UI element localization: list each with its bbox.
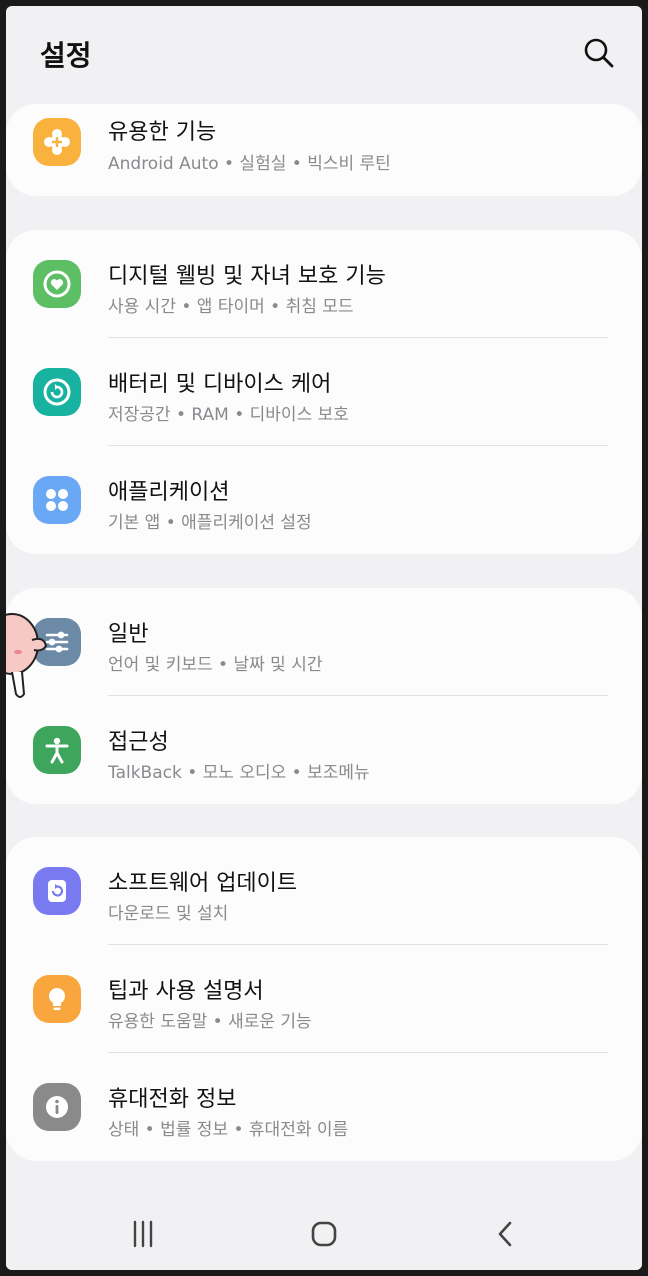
settings-item-battery-device-care[interactable]: 배터리 및 디바이스 케어 저장공간 • RAM • 디바이스 보호 bbox=[6, 338, 642, 446]
settings-item-accessibility[interactable]: 접근성 TalkBack • 모노 오디오 • 보조메뉴 bbox=[6, 696, 642, 804]
plus-gear-icon bbox=[33, 118, 81, 166]
settings-item-software-update[interactable]: 소프트웨어 업데이트 다운로드 및 설치 bbox=[6, 837, 642, 945]
item-title: 배터리 및 디바이스 케어 bbox=[108, 372, 332, 397]
recents-button[interactable] bbox=[123, 1214, 163, 1254]
home-icon bbox=[311, 1221, 337, 1247]
wellbeing-heart-icon bbox=[33, 260, 81, 308]
back-button[interactable] bbox=[486, 1214, 526, 1254]
item-title: 소프트웨어 업데이트 bbox=[108, 871, 298, 896]
item-title: 일반 bbox=[108, 622, 149, 647]
lightbulb-icon bbox=[33, 975, 81, 1023]
item-title: 유용한 기능 bbox=[108, 120, 217, 145]
item-subtitle: 언어 및 키보드 • 날짜 및 시간 bbox=[108, 655, 323, 675]
settings-item-about-phone[interactable]: 휴대전화 정보 상태 • 법률 정보 • 휴대전화 이름 bbox=[6, 1053, 642, 1161]
header: 설정 bbox=[6, 6, 642, 106]
settings-card-general: 일반 언어 및 키보드 • 날짜 및 시간 접근성 TalkBack • 모노 … bbox=[6, 588, 642, 804]
search-icon bbox=[584, 38, 614, 68]
item-title: 접근성 bbox=[108, 730, 169, 755]
item-title: 애플리케이션 bbox=[108, 480, 230, 505]
device-care-icon bbox=[33, 368, 81, 416]
item-title: 팁과 사용 설명서 bbox=[108, 979, 264, 1004]
item-subtitle: 사용 시간 • 앱 타이머 • 취침 모드 bbox=[108, 297, 354, 317]
item-subtitle: 다운로드 및 설치 bbox=[108, 904, 229, 924]
settings-item-general[interactable]: 일반 언어 및 키보드 • 날짜 및 시간 bbox=[6, 588, 642, 696]
settings-card-advanced: 유용한 기능 Android Auto • 실험실 • 빅스비 루틴 bbox=[6, 104, 642, 196]
item-subtitle: 유용한 도움말 • 새로운 기능 bbox=[108, 1012, 312, 1032]
navigation-bar bbox=[6, 1198, 642, 1270]
info-icon bbox=[33, 1083, 81, 1131]
software-update-icon bbox=[33, 867, 81, 915]
home-button[interactable] bbox=[304, 1214, 344, 1254]
accessibility-person-icon bbox=[33, 726, 81, 774]
settings-card-device: 디지털 웰빙 및 자녀 보호 기능 사용 시간 • 앱 타이머 • 취침 모드 … bbox=[6, 230, 642, 554]
settings-item-applications[interactable]: 애플리케이션 기본 앱 • 애플리케이션 설정 bbox=[6, 446, 642, 554]
search-button[interactable] bbox=[582, 36, 616, 70]
item-title: 휴대전화 정보 bbox=[108, 1087, 237, 1112]
recents-icon bbox=[133, 1220, 153, 1248]
item-subtitle: Android Auto • 실험실 • 빅스비 루틴 bbox=[108, 154, 391, 174]
item-subtitle: TalkBack • 모노 오디오 • 보조메뉴 bbox=[108, 763, 370, 783]
apps-grid-icon bbox=[33, 476, 81, 524]
item-subtitle: 저장공간 • RAM • 디바이스 보호 bbox=[108, 405, 349, 425]
item-subtitle: 상태 • 법률 정보 • 휴대전화 이름 bbox=[108, 1120, 349, 1140]
page-title: 설정 bbox=[40, 39, 92, 72]
settings-item-digital-wellbeing[interactable]: 디지털 웰빙 및 자녀 보호 기능 사용 시간 • 앱 타이머 • 취침 모드 bbox=[6, 230, 642, 338]
item-title: 디지털 웰빙 및 자녀 보호 기능 bbox=[108, 264, 386, 289]
back-icon bbox=[498, 1221, 512, 1247]
item-subtitle: 기본 앱 • 애플리케이션 설정 bbox=[108, 513, 312, 533]
settings-item-advanced-features[interactable]: 유용한 기능 Android Auto • 실험실 • 빅스비 루틴 bbox=[6, 104, 642, 196]
character-sticker-icon bbox=[6, 613, 48, 698]
settings-screen: 설정 유용한 기능 Android Auto • 실험실 • 빅스비 루틴 디지… bbox=[6, 6, 642, 1270]
settings-card-support: 소프트웨어 업데이트 다운로드 및 설치 팁과 사용 설명서 유용한 도움말 •… bbox=[6, 837, 642, 1161]
settings-item-tips-manual[interactable]: 팁과 사용 설명서 유용한 도움말 • 새로운 기능 bbox=[6, 945, 642, 1053]
